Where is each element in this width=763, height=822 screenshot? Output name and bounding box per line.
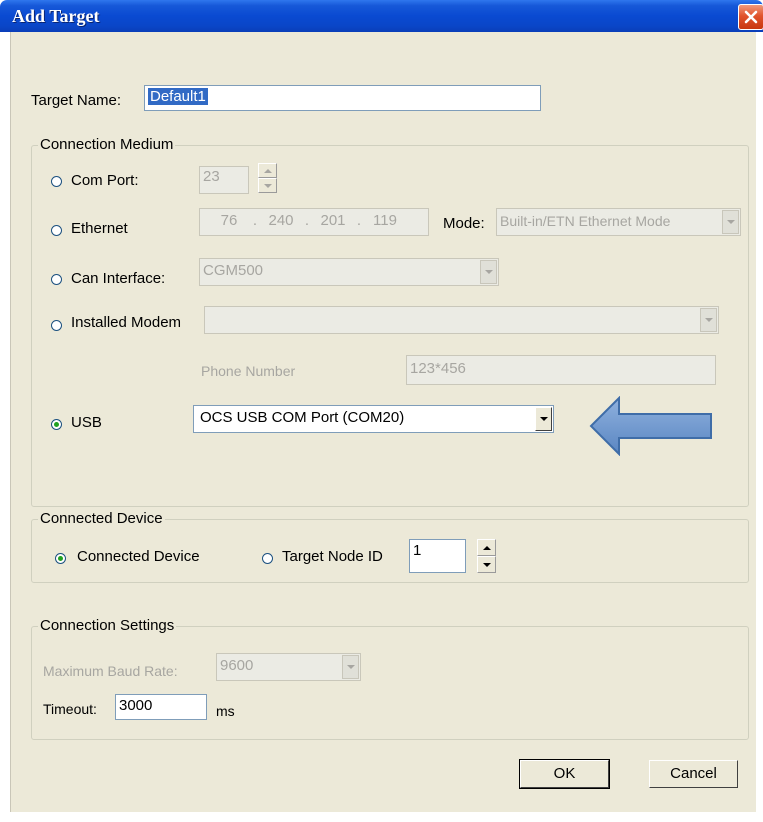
phone-number-input[interactable]: 123*456 (406, 355, 716, 385)
ip-address-field[interactable]: 76. 240. 201. 119 (199, 208, 429, 236)
usb-port-dropdown-button[interactable] (535, 407, 552, 431)
spin-up-icon (483, 545, 491, 550)
ok-button[interactable]: OK (519, 759, 610, 789)
can-interface-radio[interactable] (51, 274, 62, 285)
arrow-pointer-icon (589, 396, 712, 456)
can-interface-select[interactable]: CGM500 (199, 258, 499, 286)
can-interface-dropdown-button[interactable] (480, 260, 497, 284)
com-port-spinner[interactable] (258, 163, 277, 193)
max-baud-rate-select[interactable]: 9600 (216, 653, 361, 681)
dropdown-arrow-icon (484, 270, 493, 274)
target-node-id-input[interactable]: 1 (409, 539, 466, 573)
phone-number-label: Phone Number (201, 363, 296, 379)
target-name-input[interactable]: Default1 (144, 85, 541, 111)
ip-octet-4: 119 (373, 212, 397, 229)
installed-modem-radio[interactable] (51, 320, 62, 331)
dialog-body: Target Name: Default1 Connection Medium … (10, 32, 756, 812)
max-baud-rate-value: 9600 (220, 657, 254, 674)
can-interface-value: CGM500 (203, 262, 264, 279)
com-port-radio[interactable] (51, 176, 62, 187)
ip-octet-2: 240 (268, 212, 294, 229)
target-node-id-spinner[interactable] (477, 539, 496, 573)
close-button[interactable] (738, 4, 763, 30)
spin-down-icon (483, 562, 491, 567)
dropdown-arrow-icon (726, 220, 735, 224)
connected-device-legend: Connected Device (38, 510, 165, 527)
dropdown-arrow-icon (704, 318, 713, 322)
usb-port-select[interactable]: OCS USB COM Port (COM20) (193, 405, 554, 433)
usb-label: USB (71, 414, 102, 431)
connection-settings-legend: Connection Settings (38, 617, 177, 634)
ip-octet-1: 76 (220, 212, 238, 229)
cancel-button[interactable]: Cancel (649, 760, 738, 788)
connected-device-radio[interactable] (55, 553, 66, 564)
ethernet-label: Ethernet (71, 220, 128, 237)
max-baud-rate-dropdown-button[interactable] (342, 655, 359, 679)
ethernet-mode-value: Built-in/ETN Ethernet Mode (500, 213, 671, 229)
timeout-input[interactable]: 3000 (115, 694, 207, 720)
phone-number-value: 123*456 (410, 360, 466, 377)
node-id-spin-down[interactable] (477, 556, 496, 573)
close-icon (744, 10, 758, 24)
ip-octet-3: 201 (320, 212, 346, 229)
can-interface-label: Can Interface: (71, 270, 166, 287)
installed-modem-select[interactable] (204, 306, 719, 334)
target-node-id-radio[interactable] (262, 553, 273, 564)
connected-device-option-label: Connected Device (77, 548, 200, 565)
title-bar[interactable]: Add Target (0, 0, 763, 32)
com-port-spin-up[interactable] (258, 163, 277, 178)
add-target-dialog: Add Target Target Name: Default1 Connect… (0, 0, 763, 822)
installed-modem-label: Installed Modem (71, 314, 182, 331)
usb-radio[interactable] (51, 419, 62, 430)
com-port-label: Com Port: (71, 172, 139, 189)
max-baud-rate-label: Maximum Baud Rate: (43, 663, 178, 679)
target-name-value: Default1 (148, 88, 208, 105)
timeout-value: 3000 (119, 697, 153, 714)
connection-medium-legend: Connection Medium (38, 136, 176, 153)
usb-port-value: OCS USB COM Port (COM20) (200, 409, 405, 426)
ethernet-radio[interactable] (51, 225, 62, 236)
target-name-label: Target Name: (31, 92, 122, 109)
target-node-id-label: Target Node ID (282, 548, 383, 565)
spin-up-icon (264, 168, 272, 173)
node-id-spin-up[interactable] (477, 539, 496, 556)
connection-settings-group: Connection Settings (31, 617, 749, 740)
ethernet-mode-select[interactable]: Built-in/ETN Ethernet Mode (496, 208, 741, 236)
com-port-value: 23 (203, 168, 220, 185)
timeout-label: Timeout: (43, 701, 97, 717)
installed-modem-dropdown-button[interactable] (700, 308, 717, 332)
target-node-id-value: 1 (413, 542, 422, 559)
window-title: Add Target (12, 6, 100, 26)
mode-label: Mode: (443, 215, 485, 232)
dropdown-arrow-icon (539, 417, 548, 421)
com-port-input[interactable]: 23 (199, 166, 249, 194)
dropdown-arrow-icon (346, 665, 355, 669)
com-port-spin-down[interactable] (258, 178, 277, 193)
ethernet-mode-dropdown-button[interactable] (722, 210, 739, 234)
timeout-unit: ms (216, 703, 235, 719)
spin-down-icon (264, 183, 272, 188)
